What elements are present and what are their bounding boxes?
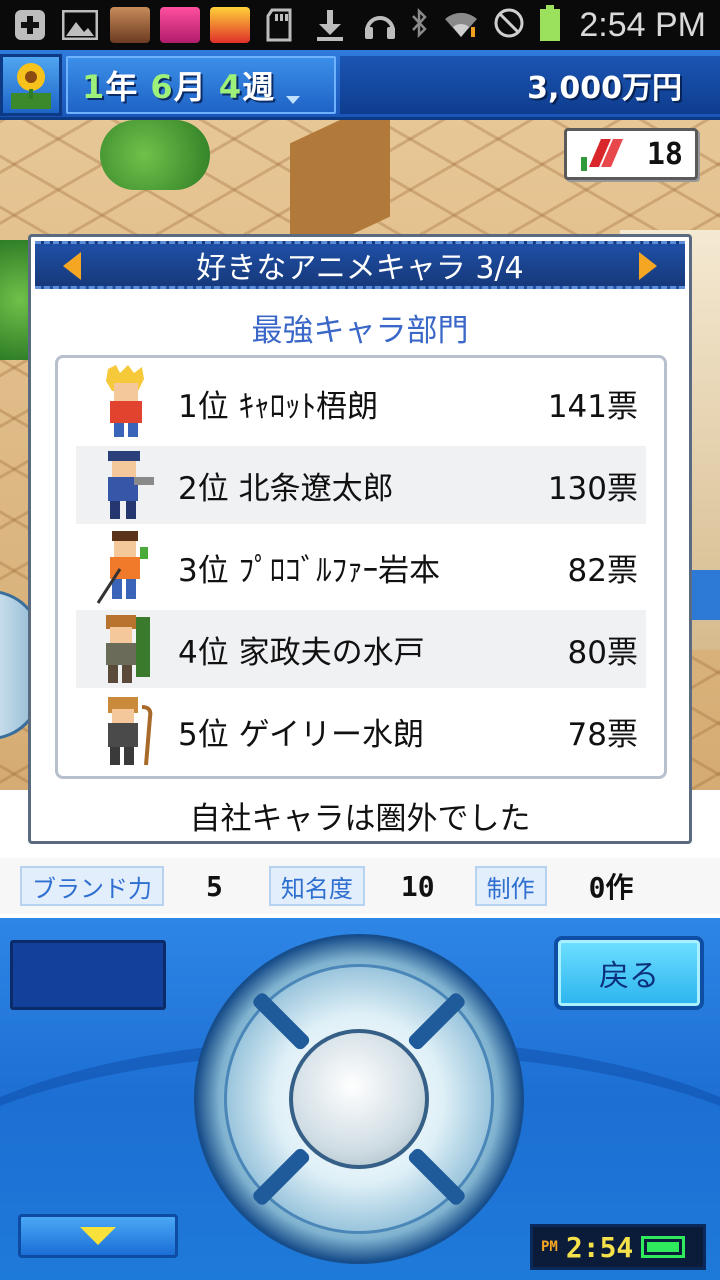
rank-entry-votes: 130票 — [547, 470, 638, 507]
dialog-title: 好きなアニメキャラ 3/4 — [196, 251, 524, 286]
money-value: 3,000万円 — [527, 71, 682, 106]
fame-value: 10 — [400, 869, 435, 903]
production-label: 制作 — [474, 866, 547, 906]
game-clock: PM 2:54 — [530, 1224, 706, 1270]
status-time: 2:54 PM — [579, 5, 706, 44]
rank-entry-votes: 82票 — [567, 552, 638, 589]
blue-panel-decoration — [690, 570, 720, 620]
back-button[interactable]: 戻る — [554, 936, 704, 1010]
fame-label: 知名度 — [268, 866, 365, 906]
headset-icon — [360, 7, 400, 43]
sd-card-icon — [260, 7, 300, 43]
date-display[interactable]: 1年 6月 4週 — [66, 56, 336, 114]
ranking-row: 5位 ゲイリー水朗 78票 — [76, 692, 646, 772]
app-thumb-icon — [210, 7, 250, 43]
app-thumb-icon — [110, 7, 150, 43]
category-subtitle: 最強キャラ部門 — [251, 313, 469, 349]
battery-icon — [641, 1236, 686, 1258]
plus-icon — [10, 7, 50, 43]
sunflower-logo-icon[interactable] — [0, 54, 62, 116]
character-sprite-icon — [94, 365, 158, 441]
rank-entry-votes: 141票 — [547, 388, 638, 425]
dpad-center-button[interactable] — [289, 1029, 429, 1169]
character-sprite-icon — [94, 529, 158, 605]
app-thumb-icon — [160, 7, 200, 43]
date-week: 4 — [218, 68, 243, 106]
ranking-row: 4位 家政夫の水戸 80票 — [76, 610, 646, 690]
clock-time: 2:54 — [565, 1230, 634, 1264]
rank-entry-name: 3位 ﾌﾟﾛｺﾞﾙﾌｧｰ岩本 — [178, 552, 441, 589]
ranking-dialog: 好きなアニメキャラ 3/4 最強キャラ部門 1位 ｷｬﾛｯﾄ梧朗 141票 2位… — [28, 234, 692, 844]
ranking-list: 1位 ｷｬﾛｯﾄ梧朗 141票 2位 北条遼太郎 130票 3位 ﾌﾟﾛｺﾞﾙﾌ… — [55, 355, 667, 779]
date-week-suffix: 週 — [242, 68, 276, 106]
prev-page-arrow-icon[interactable] — [63, 252, 81, 280]
brand-label: ブランド力 — [20, 866, 164, 906]
money-display: 3,000万円 — [340, 56, 720, 114]
character-sprite-icon — [94, 693, 158, 769]
bush-decoration — [100, 120, 210, 190]
ranking-row: 2位 北条遼太郎 130票 — [76, 446, 646, 526]
wifi-icon — [443, 7, 479, 43]
next-page-arrow-icon[interactable] — [639, 252, 657, 280]
rank-entry-name: 1位 ｷｬﾛｯﾄ梧朗 — [178, 388, 379, 425]
rank-entry-name: 5位 ゲイリー水朗 — [178, 716, 424, 753]
rank-entry-name: 2位 北条遼太郎 — [178, 470, 394, 507]
date-year: 1 — [82, 68, 106, 106]
character-sprite-icon — [94, 447, 158, 523]
company-stats: ブランド力 5 知名度 10 制作 0作 — [0, 858, 720, 914]
date-year-suffix: 年 — [105, 68, 139, 106]
clock-ampm: PM — [541, 1239, 558, 1255]
game-header: 1年 6月 4週 3,000万円 — [0, 50, 720, 120]
mini-screen — [10, 940, 166, 1010]
ranking-row: 1位 ｷｬﾛｯﾄ梧朗 141票 — [76, 364, 646, 444]
date-month: 6 — [150, 68, 174, 106]
rank-entry-votes: 80票 — [567, 634, 638, 671]
chevron-down-icon — [286, 96, 300, 104]
book-count: 18 — [646, 136, 683, 172]
no-signal-icon — [493, 7, 525, 43]
brand-value: 5 — [206, 869, 223, 903]
rank-entry-name: 4位 家政夫の水戸 — [178, 634, 425, 671]
menu-toggle-button[interactable] — [18, 1214, 178, 1258]
control-panel: 戻る PM 2:54 — [0, 918, 720, 1280]
dpad-controller[interactable] — [194, 934, 524, 1264]
ranking-row: 3位 ﾌﾟﾛｺﾞﾙﾌｧｰ岩本 82票 — [76, 528, 646, 608]
date-month-suffix: 月 — [173, 68, 207, 106]
status-bar: 2:54 PM — [0, 0, 720, 50]
back-button-label: 戻る — [599, 959, 659, 994]
triangle-down-icon — [80, 1227, 116, 1245]
dialog-footer-message: 自社キャラは圏外でした — [189, 801, 531, 837]
bluetooth-icon — [409, 7, 429, 43]
production-value: 0作 — [588, 871, 634, 904]
character-sprite-icon — [94, 611, 158, 687]
battery-icon — [539, 5, 561, 45]
download-icon — [310, 7, 350, 43]
image-icon — [60, 7, 100, 43]
book-counter: 18 — [564, 128, 698, 180]
books-icon — [579, 135, 629, 173]
rank-entry-votes: 78票 — [567, 716, 638, 753]
dialog-title-bar: 好きなアニメキャラ 3/4 — [35, 241, 685, 289]
